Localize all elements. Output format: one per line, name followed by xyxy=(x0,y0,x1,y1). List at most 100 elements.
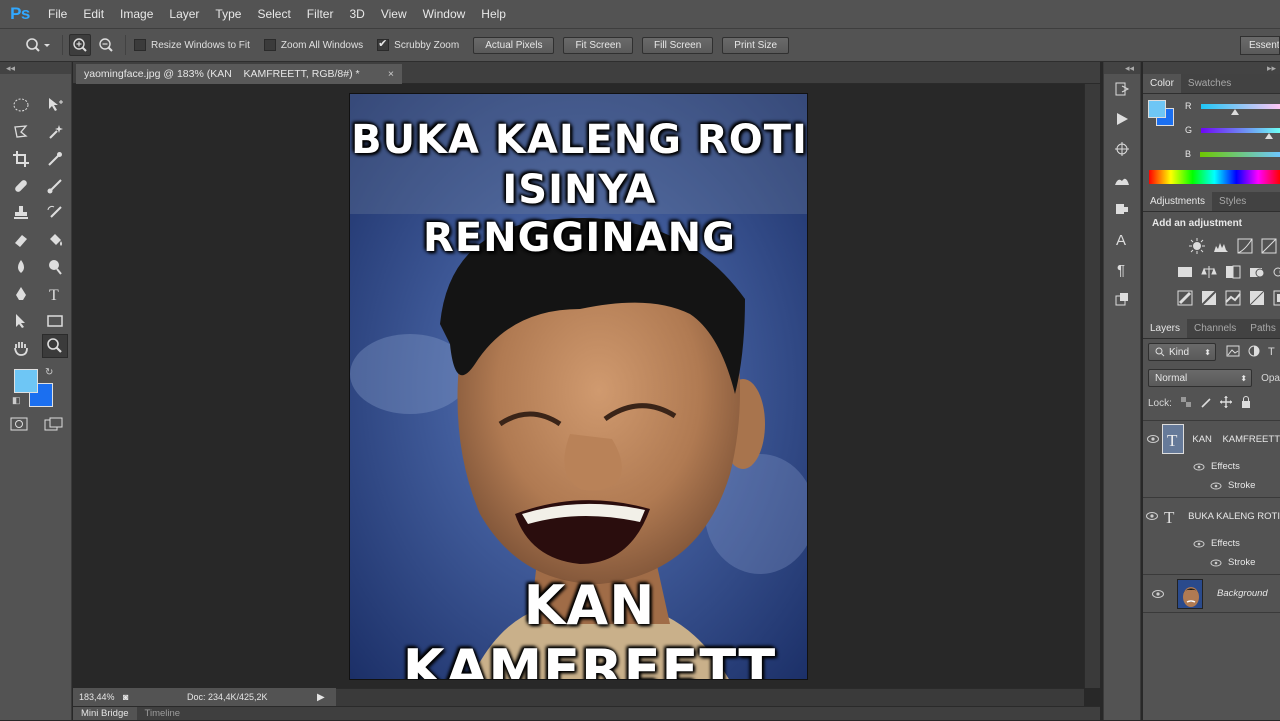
tab-mini-bridge[interactable]: Mini Bridge xyxy=(73,707,137,720)
selective-color-icon[interactable] xyxy=(1269,285,1280,311)
zoom-all-windows-checkbox[interactable]: Zoom All Windows xyxy=(263,39,363,51)
tab-adjustments[interactable]: Adjustments xyxy=(1143,192,1213,211)
zoom-level[interactable]: 183,44% xyxy=(79,692,123,702)
layer-item-kan-kamfreett[interactable]: T KAN KAMFREETT Effects Stroke xyxy=(1143,421,1280,498)
menu-image[interactable]: Image xyxy=(112,7,161,21)
print-size-button[interactable]: Print Size xyxy=(722,36,790,54)
color-fg-swatch[interactable] xyxy=(1148,100,1166,118)
magic-wand-icon[interactable] xyxy=(38,118,72,145)
workspace-switcher[interactable]: Essentials xyxy=(1240,36,1280,55)
menu-select[interactable]: Select xyxy=(249,7,298,21)
effects-eye-icon[interactable] xyxy=(1193,463,1205,471)
layer-name[interactable]: KAN KAMFREETT xyxy=(1192,434,1280,445)
fit-screen-button[interactable]: Fit Screen xyxy=(563,36,634,54)
tool-presets-icon[interactable] xyxy=(1104,284,1140,314)
channel-mixer-icon[interactable] xyxy=(1269,259,1280,285)
blend-mode-select[interactable]: Normal ⬍ xyxy=(1148,369,1253,387)
checkbox-box[interactable] xyxy=(134,39,146,51)
screen-mode-icon[interactable] xyxy=(44,417,64,434)
color-balance-icon[interactable] xyxy=(1197,259,1221,285)
curves-icon[interactable] xyxy=(1233,233,1257,259)
collapse-toolbox-icon[interactable]: ◂◂ xyxy=(0,62,71,74)
brush-tool-icon[interactable] xyxy=(38,172,72,199)
type-tool-icon[interactable]: T xyxy=(38,280,72,307)
menu-window[interactable]: Window xyxy=(415,7,474,21)
marquee-tool-icon[interactable] xyxy=(4,91,38,118)
eraser-tool-icon[interactable] xyxy=(4,226,38,253)
layer-stroke-row[interactable]: Stroke xyxy=(1143,476,1280,495)
status-icon[interactable]: ◙ xyxy=(123,692,143,702)
layer-name[interactable]: BUKA KALENG ROTI xyxy=(1188,511,1280,522)
healing-brush-icon[interactable] xyxy=(4,172,38,199)
layer-effects-row[interactable]: Effects xyxy=(1143,534,1280,553)
crop-tool-icon[interactable] xyxy=(4,145,38,172)
layer-item-buka-kaleng[interactable]: T BUKA KALENG ROTI Effects Stroke xyxy=(1143,498,1280,575)
paint-bucket-icon[interactable] xyxy=(38,226,72,253)
filter-image-icon[interactable] xyxy=(1226,345,1240,360)
vibrance-icon[interactable] xyxy=(1173,259,1197,285)
effects-eye-icon[interactable] xyxy=(1193,540,1205,548)
tab-styles[interactable]: Styles xyxy=(1212,192,1253,211)
collapse-dock-icon[interactable]: ◂◂ xyxy=(1104,62,1140,74)
fill-screen-button[interactable]: Fill Screen xyxy=(642,36,714,54)
brush-panel-icon[interactable] xyxy=(1104,134,1140,164)
checkbox-box[interactable] xyxy=(377,37,390,51)
layer-effects-row[interactable]: Effects xyxy=(1143,457,1280,476)
quick-mask-icon[interactable] xyxy=(10,417,44,434)
visibility-eye-icon[interactable] xyxy=(1143,589,1173,598)
brush-presets-icon[interactable] xyxy=(1104,164,1140,194)
lasso-tool-icon[interactable] xyxy=(4,118,38,145)
lock-position-icon[interactable] xyxy=(1219,395,1232,411)
layer-name[interactable]: Background xyxy=(1217,588,1268,599)
clone-stamp-icon[interactable] xyxy=(4,199,38,226)
stroke-eye-icon[interactable] xyxy=(1210,559,1222,567)
lock-transparent-icon[interactable] xyxy=(1180,396,1192,411)
default-colors-icon[interactable]: ◧ xyxy=(12,395,21,406)
actual-pixels-button[interactable]: Actual Pixels xyxy=(473,36,555,54)
tab-color[interactable]: Color xyxy=(1143,74,1181,93)
tab-swatches[interactable]: Swatches xyxy=(1181,74,1238,93)
tab-channels[interactable]: Channels xyxy=(1187,319,1243,338)
actions-panel-icon[interactable] xyxy=(1104,104,1140,134)
zoom-out-icon[interactable] xyxy=(95,34,117,56)
resize-windows-checkbox[interactable]: Resize Windows to Fit xyxy=(134,39,250,51)
menu-view[interactable]: View xyxy=(373,7,415,21)
gradient-map-icon[interactable] xyxy=(1245,285,1269,311)
lock-all-icon[interactable] xyxy=(1240,395,1252,411)
lock-pixels-icon[interactable] xyxy=(1200,396,1212,411)
blue-slider[interactable]: B xyxy=(1143,142,1280,166)
green-slider[interactable]: G xyxy=(1143,118,1280,142)
history-brush-icon[interactable] xyxy=(38,199,72,226)
canvas-area[interactable]: BUKA KALENG ROTI ISINYA RENGGINANG KAN K… xyxy=(73,84,1084,688)
clone-source-icon[interactable] xyxy=(1104,194,1140,224)
blur-tool-icon[interactable] xyxy=(4,253,38,280)
path-selection-icon[interactable] xyxy=(4,307,38,334)
vertical-scrollbar[interactable] xyxy=(1084,84,1100,688)
exposure-icon[interactable] xyxy=(1257,233,1280,259)
close-tab-icon[interactable]: × xyxy=(388,64,394,84)
status-menu-arrow-icon[interactable]: ▶ xyxy=(317,692,325,703)
filter-adjustment-icon[interactable] xyxy=(1248,345,1260,360)
eyedropper-icon[interactable] xyxy=(38,145,72,172)
color-spectrum[interactable] xyxy=(1149,170,1280,184)
zoom-in-icon[interactable] xyxy=(69,34,91,56)
menu-3d[interactable]: 3D xyxy=(341,7,372,21)
zoom-tool-icon[interactable] xyxy=(42,334,68,358)
stroke-eye-icon[interactable] xyxy=(1210,482,1222,490)
swap-colors-icon[interactable]: ↻ xyxy=(45,367,53,378)
tab-layers[interactable]: Layers xyxy=(1143,319,1188,338)
color-swatches[interactable]: ↻ ◧ xyxy=(0,365,71,415)
menu-help[interactable]: Help xyxy=(473,7,514,21)
dodge-tool-icon[interactable] xyxy=(38,253,72,280)
document-image[interactable]: BUKA KALENG ROTI ISINYA RENGGINANG KAN K… xyxy=(349,93,808,680)
filter-type-icon[interactable]: T xyxy=(1268,346,1275,358)
tab-paths[interactable]: Paths xyxy=(1243,319,1280,338)
brightness-icon[interactable] xyxy=(1185,233,1209,259)
invert-icon[interactable] xyxy=(1173,285,1197,311)
menu-filter[interactable]: Filter xyxy=(299,7,342,21)
kind-filter-select[interactable]: Kind ⬍ xyxy=(1148,343,1216,361)
history-panel-icon[interactable] xyxy=(1104,74,1140,104)
move-tool-icon[interactable] xyxy=(38,91,72,118)
collapse-panels-icon[interactable]: ▸▸ xyxy=(1143,62,1280,74)
hand-tool-icon[interactable] xyxy=(4,334,38,361)
